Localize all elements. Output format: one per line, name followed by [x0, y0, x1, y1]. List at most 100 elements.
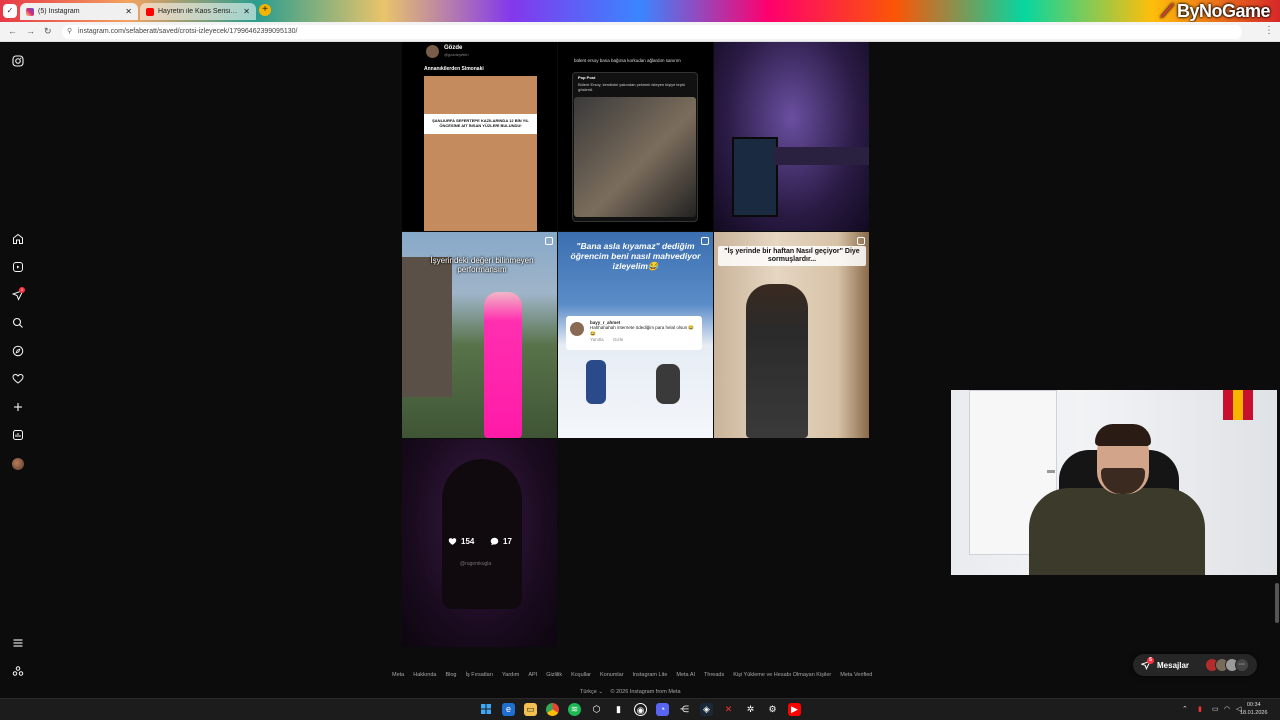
footer-link[interactable]: Yardım	[502, 672, 519, 678]
more-options-icon[interactable]: ⋮	[1264, 25, 1274, 36]
close-tab-icon[interactable]: ✕	[125, 7, 132, 16]
tab-instagram[interactable]: (5) Instagram ✕	[20, 3, 138, 20]
tweet-text: Annanıkilerden Simonaki	[424, 66, 484, 72]
gear-icon[interactable]: ⚙	[766, 703, 779, 716]
forward-arrow-icon[interactable]: →	[26, 26, 35, 36]
back-arrow-icon[interactable]: ←	[8, 26, 17, 36]
post-tile[interactable]: "Bana asla kıyamaz" dediğim öğrencim ben…	[558, 232, 713, 438]
post-tile[interactable]: bülent ersoy bana bağırsa korkudan ağlar…	[558, 42, 713, 231]
comment-text: Hahhahahah internete ödediğim para helal…	[590, 325, 694, 336]
steam-icon[interactable]: ◈	[700, 703, 713, 716]
screen: ✓ (5) Instagram ✕ Hayretin ile Kaos Seri…	[0, 0, 1280, 720]
edge-icon[interactable]: e	[502, 703, 515, 716]
new-tab-button[interactable]: +	[259, 4, 271, 16]
site-info-icon[interactable]: ⚲	[67, 25, 72, 39]
browser-tab-bar: ✓ (5) Instagram ✕ Hayretin ile Kaos Seri…	[0, 0, 1280, 22]
windows-taskbar: e ▭ ≋ ⬡ ▮ ◉ ◔ ⋲ ◈ ✕ ✲ ⚙ ▶ ⌃ ▮ ▭ ◠ ◁ 00:3…	[0, 698, 1280, 720]
explore-icon[interactable]	[11, 345, 25, 359]
footer-link[interactable]: Meta AI	[676, 672, 695, 678]
profile-avatar[interactable]	[12, 458, 24, 470]
clock-time: 00:34	[1246, 702, 1261, 708]
create-icon[interactable]	[11, 401, 25, 415]
dashboard-icon[interactable]	[11, 429, 25, 443]
reload-icon[interactable]: ↻	[44, 26, 52, 37]
capcut-icon[interactable]: ⋲	[678, 703, 691, 716]
avatar	[570, 322, 584, 336]
comment-reply: Yanıtla	[590, 337, 604, 342]
close-tab-icon[interactable]: ✕	[243, 7, 250, 16]
footer-link[interactable]: Kişi Yükleme ve Hesabı Olmayan Kişiler	[733, 672, 831, 678]
webcam-overlay	[951, 390, 1277, 575]
chrome-icon[interactable]	[546, 703, 559, 716]
post-tile[interactable]: Gözde @gozdeyebiri Annanıkilerden Simona…	[402, 42, 557, 231]
footer-link[interactable]: Blog	[445, 672, 456, 678]
threads-icon[interactable]	[11, 665, 25, 679]
search-icon[interactable]	[11, 317, 25, 331]
brand-watermark: ⟋ ByNoGame	[1161, 1, 1271, 22]
store-icon[interactable]: ▮	[612, 703, 625, 716]
tweet-text: bülent ersoy bana bağırsa korkudan ağlar…	[574, 58, 681, 63]
youtube-icon[interactable]: ▶	[788, 703, 801, 716]
obs-icon[interactable]: ◉	[634, 703, 647, 716]
post-tile[interactable]	[714, 42, 869, 231]
footer-link[interactable]: Konumlar	[600, 672, 624, 678]
app-cube-icon[interactable]: ⬡	[590, 703, 603, 716]
footer-link[interactable]: İş Fırsatları	[466, 672, 494, 678]
browser-menu-button[interactable]: ✓	[3, 4, 17, 18]
instagram-icon[interactable]	[11, 55, 25, 69]
more-icon: ···	[1235, 658, 1249, 672]
reels-icon[interactable]	[11, 261, 25, 275]
wifi-icon[interactable]: ◠	[1224, 705, 1230, 713]
footer-link[interactable]: Koşullar	[571, 672, 591, 678]
post-tile-hovered[interactable]: 154 17 @rugemkugla	[402, 439, 557, 647]
app-settings-icon[interactable]: ✲	[744, 703, 757, 716]
child-image	[656, 364, 680, 404]
instagram-page: 1 Gözde @gozdeyebiri Annanıkilerden Simo…	[0, 42, 1280, 698]
app-x-icon[interactable]: ✕	[722, 703, 735, 716]
address-bar-row: ← → ↻ ⚲ instagram.com/sefaberatt/saved/c…	[0, 22, 1280, 42]
post-caption: İşyerindeki değeri bilinmeyen performans…	[430, 256, 534, 275]
comment-hide: Gizle	[612, 337, 624, 342]
footer-bottom: Türkçe ⌄ © 2026 Instagram from Meta	[580, 689, 681, 695]
recent-contacts: ···	[1205, 658, 1249, 672]
discord-icon[interactable]: ◔	[656, 703, 669, 716]
monitor-icon[interactable]: ▭	[1212, 705, 1219, 713]
comments-count: 17	[503, 537, 512, 546]
door-knob-image	[1047, 470, 1055, 473]
footer-link[interactable]: API	[528, 672, 537, 678]
spotify-icon[interactable]: ≋	[568, 703, 581, 716]
footer-link[interactable]: Instagram Lite	[633, 672, 668, 678]
scrollbar-thumb[interactable]	[1275, 583, 1279, 623]
url-field[interactable]: ⚲ instagram.com/sefaberatt/saved/crotsi-…	[62, 25, 1242, 39]
reel-icon	[857, 237, 865, 245]
windows-start-icon[interactable]	[479, 703, 492, 716]
footer-link[interactable]: Meta	[392, 672, 404, 678]
language-selector[interactable]: Türkçe	[580, 689, 597, 695]
heart-icon[interactable]	[11, 373, 25, 387]
footer-link[interactable]: Gizlilik	[546, 672, 562, 678]
microphone-icon[interactable]: ▮	[1198, 705, 1202, 713]
desk-image	[774, 147, 869, 165]
tweet-author: Gözde	[444, 45, 463, 51]
notification-badge: 1	[19, 287, 25, 293]
comment-actions: Yanıtla Gizle	[590, 337, 698, 342]
post-tile[interactable]: "İş yerinde bir haftan Nasıl geçiyor" Di…	[714, 232, 869, 438]
sidebar-nav: 1	[0, 42, 36, 698]
footer-link[interactable]: Meta Verified	[840, 672, 872, 678]
reel-icon	[701, 237, 709, 245]
menu-icon[interactable]	[11, 637, 25, 651]
file-explorer-icon[interactable]: ▭	[524, 703, 537, 716]
post-tile[interactable]: İşyerindeki değeri bilinmeyen performans…	[402, 232, 557, 438]
chevron-down-icon: ⌄	[598, 689, 605, 695]
quoted-text: Bülent Ersoy, kendisini yakından çekmek …	[578, 82, 685, 92]
chevron-up-icon[interactable]: ⌃	[1182, 705, 1188, 713]
messages-button[interactable]: 5 Mesajlar ···	[1133, 654, 1257, 676]
home-icon[interactable]	[11, 233, 25, 247]
tab-title: (5) Instagram	[38, 8, 80, 15]
likes-count: 154	[461, 537, 475, 546]
brand-name: ByNoGame	[1176, 1, 1271, 21]
footer-link[interactable]: Threads	[704, 672, 724, 678]
tab-youtube[interactable]: Hayretin ile Kaos Serisi - 2 Saat ✕	[140, 3, 256, 20]
system-clock[interactable]: 00:34 18.01.2026	[1240, 702, 1268, 717]
footer-link[interactable]: Hakkında	[413, 672, 436, 678]
